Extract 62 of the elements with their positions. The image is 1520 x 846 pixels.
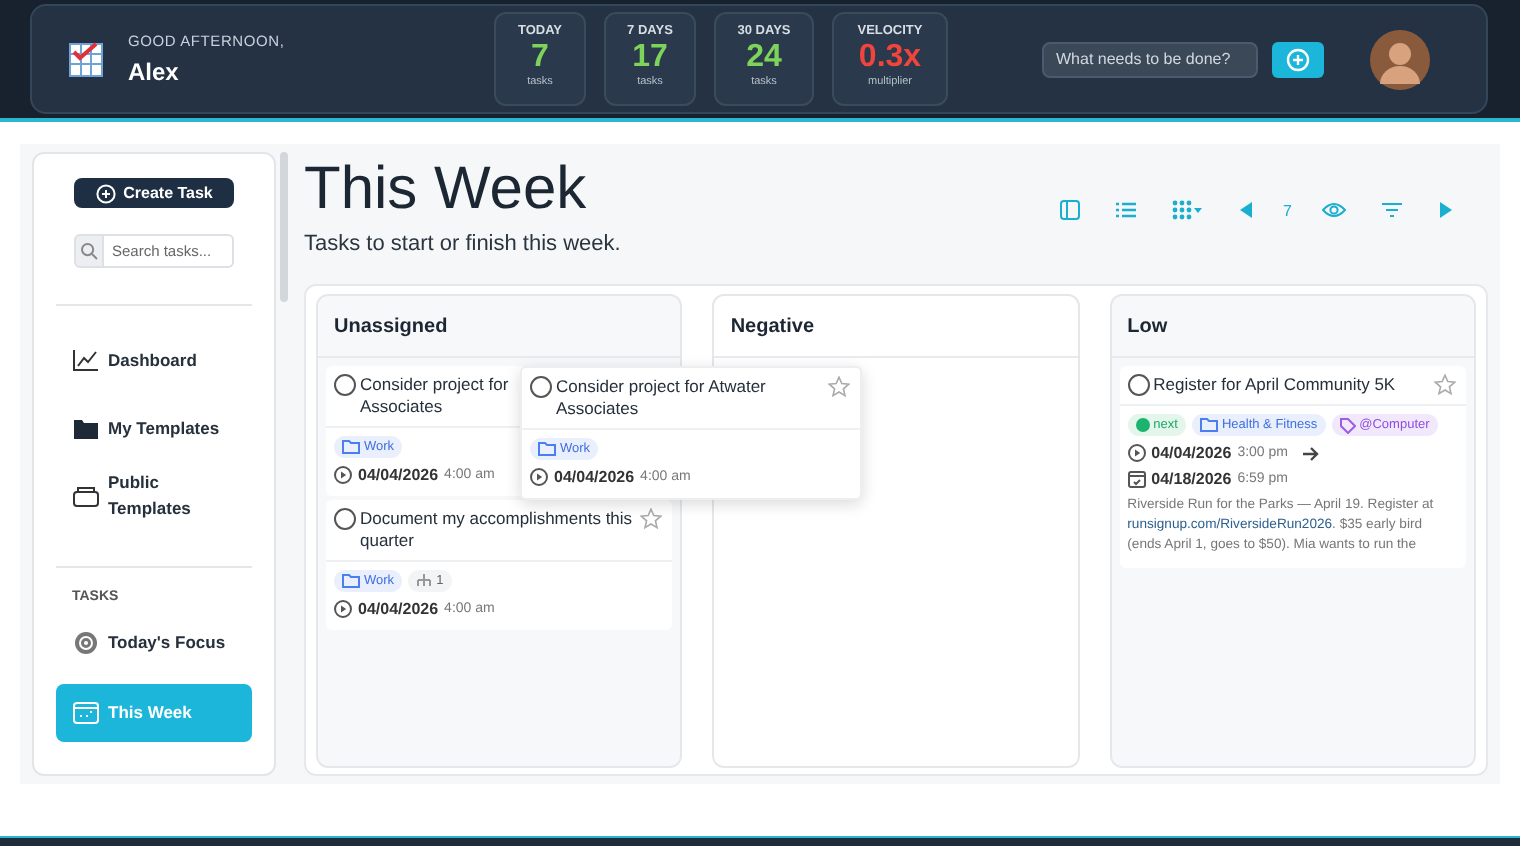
- page-title: This Week: [304, 156, 589, 224]
- task-card[interactable]: [1119, 366, 1466, 568]
- date-text: 04/04/2026: [1151, 444, 1232, 462]
- tray-icon: [72, 483, 100, 509]
- line-chart-icon: [72, 347, 100, 373]
- next-icon[interactable]: [1438, 200, 1454, 220]
- checkbox-circle-icon: [530, 376, 552, 398]
- tag-icon: [1339, 417, 1356, 433]
- play-circle-icon: [1127, 444, 1146, 462]
- date-text: 04/18/2026: [1151, 470, 1232, 488]
- stat-value: 0.3x: [856, 38, 924, 76]
- folder-icon: [72, 415, 100, 441]
- search-icon: [74, 234, 104, 268]
- folder-icon: [342, 574, 360, 588]
- sidebar-item[interactable]: My Templates: [56, 394, 252, 462]
- week-count: 7: [1281, 201, 1294, 219]
- checkbox-circle-icon: [334, 374, 356, 396]
- folder-icon: [538, 442, 556, 456]
- quick-add-field[interactable]: What needs to be done?: [1042, 41, 1258, 77]
- play-circle-icon: [334, 466, 352, 484]
- date-text: 04/04/2026: [554, 468, 635, 486]
- task-title: Consider project for Atwater Associates: [556, 376, 768, 420]
- sidebar-item[interactable]: Dashboard: [56, 326, 252, 394]
- eye-icon[interactable]: [1322, 200, 1346, 220]
- sidebar-item[interactable]: Today's Focus: [56, 608, 252, 676]
- folder-icon: [1199, 418, 1218, 432]
- list-icon[interactable]: [1115, 200, 1136, 220]
- previous-icon[interactable]: [1237, 200, 1254, 220]
- calendar-icon: [72, 700, 100, 726]
- column-title: Low: [1111, 296, 1474, 358]
- folder-icon: [342, 440, 360, 454]
- stat-value: 17: [630, 38, 670, 76]
- column-title: Unassigned: [318, 296, 681, 358]
- calendar-icon: [1127, 470, 1146, 488]
- stat-value: 7: [529, 38, 551, 76]
- plus-circle-icon: [1286, 47, 1310, 71]
- scrollbar[interactable]: [280, 152, 288, 302]
- task-title: Consider project for Associates: [360, 374, 511, 418]
- checklist-grid-icon: [68, 41, 104, 77]
- avatar: [1370, 29, 1430, 89]
- target-icon: [72, 629, 100, 655]
- column-title: Negative: [714, 296, 1078, 358]
- create-task-button[interactable]: Create Task: [74, 178, 234, 208]
- filter-icon[interactable]: [1382, 200, 1402, 220]
- status-dot-icon: [1135, 418, 1150, 432]
- user-name: Alex: [128, 58, 181, 86]
- add-button[interactable]: [1272, 41, 1324, 77]
- hierarchy-icon: [416, 574, 433, 588]
- date-text: 04/04/2026: [358, 600, 439, 618]
- task-title: Register for April Community 5K: [1153, 374, 1398, 396]
- checkbox-circle-icon: [1127, 374, 1150, 396]
- date-text: 04/04/2026: [358, 466, 439, 484]
- grid-dropdown-icon[interactable]: [1171, 200, 1202, 220]
- plus-circle-icon: [95, 183, 116, 203]
- checkbox-circle-icon: [334, 508, 356, 530]
- play-circle-icon: [530, 468, 548, 486]
- task-title: Document my accomplishments this quarter: [360, 508, 635, 552]
- page-subtitle: Tasks to start or finish this week.: [304, 232, 623, 256]
- play-circle-icon: [334, 600, 352, 618]
- sidebar-item[interactable]: Public Templates: [56, 462, 252, 530]
- sidebar-panel-icon[interactable]: [1059, 200, 1080, 220]
- stat-value: 24: [744, 38, 784, 76]
